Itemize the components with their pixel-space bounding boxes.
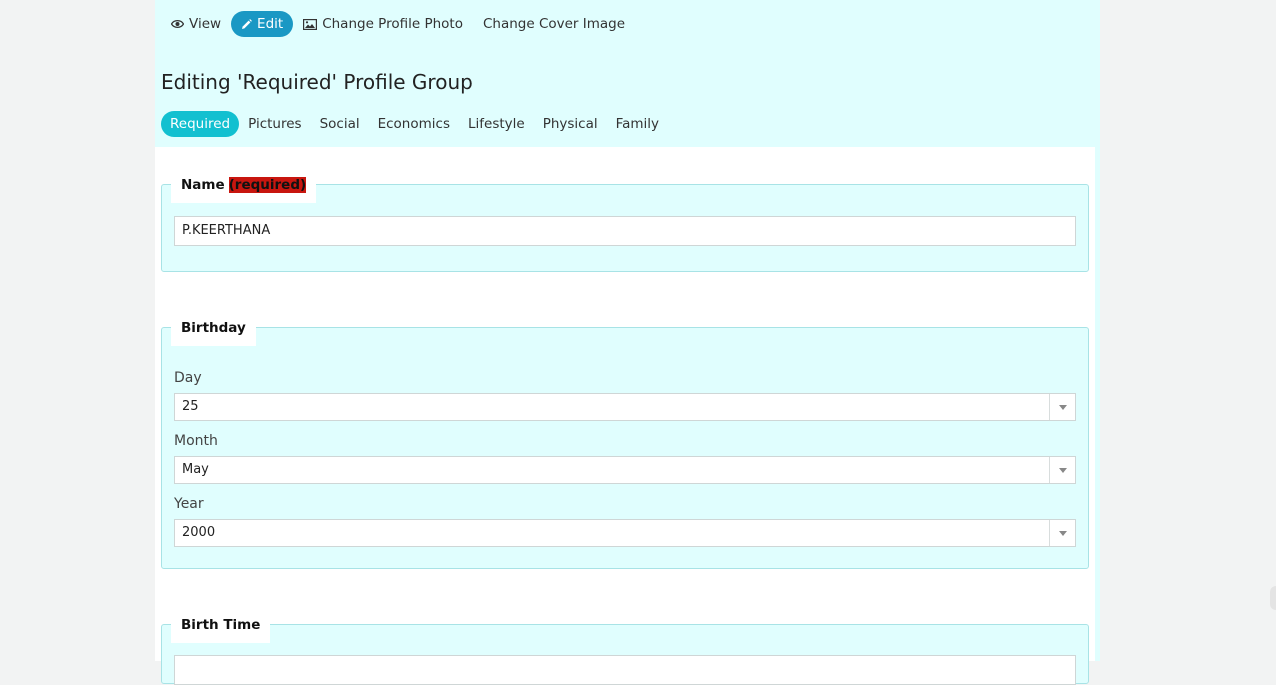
birth-time-legend: Birth Time [171, 614, 271, 643]
view-label: View [189, 16, 222, 32]
year-select[interactable]: 2000 [174, 519, 1076, 547]
tab-social[interactable]: Social [311, 111, 369, 137]
tab-family[interactable]: Family [607, 111, 668, 137]
chevron-down-icon [1049, 394, 1075, 420]
tab-physical[interactable]: Physical [534, 111, 607, 137]
profile-group-tabs: Required Pictures Social Economics Lifes… [161, 111, 668, 137]
birthday-fieldset: Birthday Day 25 Month May Year 2000 [161, 317, 1089, 569]
edit-label: Edit [257, 16, 284, 32]
chevron-down-icon [1049, 457, 1075, 483]
page-title: Editing 'Required' Profile Group [161, 70, 473, 94]
profile-edit-page: View Edit Change Profile Photo Change Co… [155, 0, 1100, 685]
name-fieldset: Name (required) P.KEERTHANA [161, 174, 1089, 272]
day-value: 25 [182, 399, 199, 414]
profile-form: Name (required) P.KEERTHANA Birthday Day … [155, 147, 1095, 685]
tab-economics[interactable]: Economics [369, 111, 459, 137]
birth-time-fieldset: Birth Time [161, 614, 1089, 685]
tab-pictures[interactable]: Pictures [239, 111, 310, 137]
required-tag: (required) [228, 177, 307, 193]
day-label: Day [174, 370, 202, 386]
name-legend-label: Name [181, 177, 225, 193]
image-icon [303, 18, 318, 30]
birthday-legend: Birthday [171, 317, 256, 346]
birth-time-input[interactable] [174, 655, 1076, 685]
month-select[interactable]: May [174, 456, 1076, 484]
year-value: 2000 [182, 525, 216, 540]
scroll-handle[interactable] [1270, 586, 1276, 610]
change-cover-image-label: Change Cover Image [482, 16, 626, 32]
change-profile-photo-link[interactable]: Change Profile Photo [293, 11, 473, 37]
month-value: May [182, 462, 209, 477]
month-label: Month [174, 433, 218, 449]
name-legend: Name (required) [171, 174, 317, 203]
year-label: Year [174, 496, 204, 512]
change-profile-photo-label: Change Profile Photo [322, 16, 463, 32]
edit-button[interactable]: Edit [231, 11, 294, 37]
pencil-icon [241, 18, 252, 30]
day-select[interactable]: 25 [174, 393, 1076, 421]
tab-lifestyle[interactable]: Lifestyle [459, 111, 534, 137]
eye-icon [171, 19, 184, 29]
tab-required[interactable]: Required [161, 111, 240, 137]
change-cover-image-link[interactable]: Change Cover Image [473, 11, 635, 37]
chevron-down-icon [1049, 520, 1075, 546]
name-input[interactable]: P.KEERTHANA [174, 216, 1076, 246]
profile-subnav: View Edit Change Profile Photo Change Co… [161, 11, 635, 37]
view-link[interactable]: View [161, 11, 231, 37]
